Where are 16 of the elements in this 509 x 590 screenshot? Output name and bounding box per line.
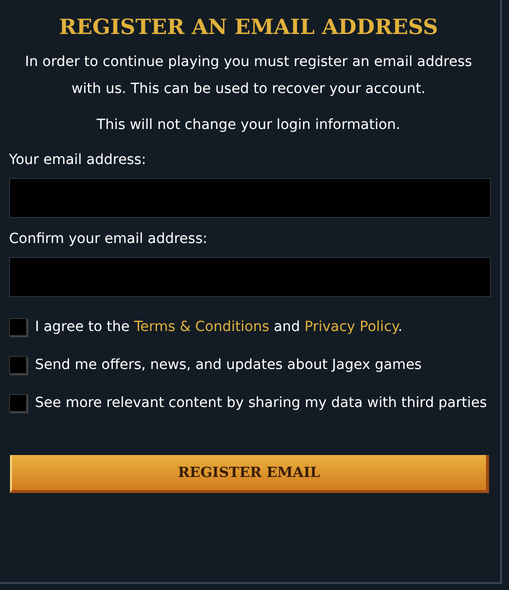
field-label: Your email address: <box>9 151 148 170</box>
email-input[interactable] <box>9 178 491 218</box>
info-text: This will not change your login information. <box>96 116 402 135</box>
info-text: In order to continue playing you must register an email address with us. This can be used to recover your account. <box>24 53 474 99</box>
consent-text: See more relevant content by sharing my data with third parties <box>35 394 487 413</box>
checkbox[interactable] <box>9 394 27 412</box>
consent-text: Send me offers, news, and updates about Jagex games <box>35 356 422 375</box>
policy-link[interactable]: Privacy Policy <box>304 319 398 335</box>
checkbox[interactable] <box>9 318 27 336</box>
register-button[interactable]: REGISTER EMAIL <box>10 455 489 493</box>
field-label: Confirm your email address: <box>9 230 208 249</box>
dialog-title: REGISTER AN EMAIL ADDRESS <box>58 14 440 39</box>
policy-link[interactable]: Terms & Conditions <box>134 319 270 335</box>
checkbox[interactable] <box>9 356 27 374</box>
email-input[interactable] <box>9 257 491 297</box>
consent-text: I agree to the Terms & Conditions and Privacy Policy. <box>35 318 402 337</box>
